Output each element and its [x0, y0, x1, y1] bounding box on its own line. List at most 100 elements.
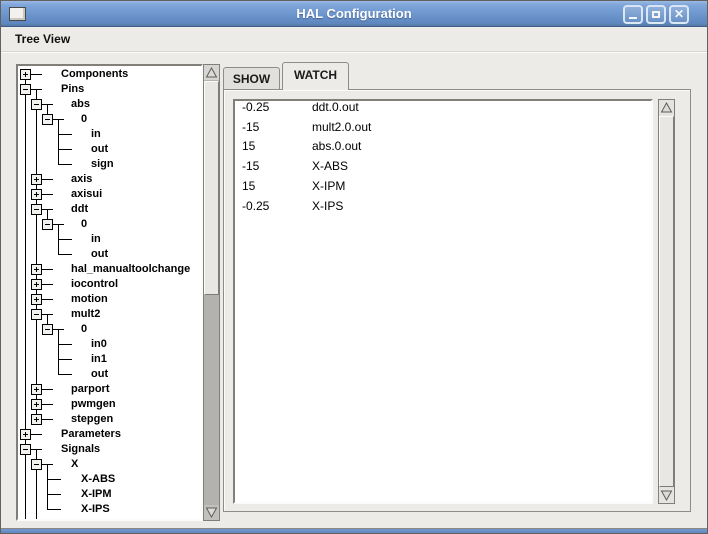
tree-collapse-icon[interactable]: [42, 114, 53, 125]
tree-collapse-icon[interactable]: [31, 459, 42, 470]
tree-expand-icon[interactable]: [31, 399, 42, 410]
tree-expand-icon[interactable]: [31, 189, 42, 200]
scroll-up-button[interactable]: [659, 100, 674, 115]
tree-node-label[interactable]: X: [71, 457, 78, 472]
tree-connector-line: [36, 112, 37, 127]
tree-row: out: [18, 367, 201, 382]
tree-connector-line: [36, 502, 37, 517]
tree-node-label[interactable]: abs: [71, 97, 90, 112]
tree-connector-line: [36, 322, 37, 337]
tree-node-label[interactable]: in1: [91, 352, 107, 367]
tree-node-label[interactable]: axis: [71, 172, 92, 187]
tree-expand-icon[interactable]: [20, 69, 31, 80]
tree-connector-line: [25, 472, 26, 487]
tree-connector-line: [25, 292, 26, 307]
tree-node-label[interactable]: in: [91, 127, 101, 142]
tree-node-label[interactable]: 0: [81, 217, 87, 232]
tree-node-label[interactable]: out: [91, 142, 108, 157]
tree-row: in: [18, 232, 201, 247]
tree-node-label[interactable]: 0: [81, 112, 87, 127]
tree-collapse-icon[interactable]: [20, 444, 31, 455]
maximize-button[interactable]: [646, 5, 666, 24]
tree-scrollbar[interactable]: [203, 64, 220, 521]
tree-connector-line: [25, 157, 26, 172]
tree-connector-line: [58, 239, 72, 240]
tree-node-label[interactable]: sign: [91, 157, 114, 172]
tree-connector-line: [41, 104, 53, 105]
tree-node-label[interactable]: Parameters: [61, 427, 121, 442]
tree-node-label[interactable]: iocontrol: [71, 277, 118, 292]
tree-node-label[interactable]: motion: [71, 292, 108, 307]
minimize-button[interactable]: [623, 5, 643, 24]
tree-node-label[interactable]: axisui: [71, 187, 102, 202]
tree-expand-icon[interactable]: [31, 174, 42, 185]
tree-connector-line: [58, 119, 59, 127]
menu-tree-view[interactable]: Tree View: [11, 27, 74, 52]
tree-connector-line: [47, 509, 61, 510]
tree-collapse-icon[interactable]: [31, 309, 42, 320]
tree-connector-line: [41, 314, 53, 315]
watch-scrollbar-thumb[interactable]: [659, 116, 674, 487]
tree-expand-icon[interactable]: [31, 279, 42, 290]
close-button[interactable]: ✕: [669, 5, 689, 24]
tree-scrollbar-thumb[interactable]: [204, 81, 219, 295]
watch-pin-name: abs.0.out: [312, 136, 361, 156]
tree-collapse-icon[interactable]: [42, 219, 53, 230]
tree-row: out: [18, 142, 201, 157]
tree-connector-line: [47, 479, 61, 480]
window-title: HAL Configuration: [1, 1, 707, 27]
scroll-up-button[interactable]: [204, 65, 219, 80]
tree-connector-line: [41, 269, 53, 270]
tree-connector-line: [58, 232, 59, 239]
hal-tree[interactable]: ComponentsPinsabs0inoutsignaxisaxisuiddt…: [16, 64, 203, 521]
scroll-down-button[interactable]: [204, 505, 219, 520]
tree-row: iocontrol: [18, 277, 201, 292]
tree-expand-icon[interactable]: [31, 414, 42, 425]
tree-node-label[interactable]: X-IPM: [81, 487, 112, 502]
tree-node-label[interactable]: pwmgen: [71, 397, 116, 412]
tree-connector-line: [25, 142, 26, 157]
tree-connector-line: [47, 479, 48, 487]
watch-scrollbar[interactable]: [658, 99, 675, 504]
tree-collapse-icon[interactable]: [31, 99, 42, 110]
tree-node-label[interactable]: X-ABS: [81, 472, 115, 487]
tree-connector-line: [47, 487, 48, 494]
tree-connector-line: [58, 367, 59, 374]
tree-connector-line: [58, 344, 59, 352]
tree-node-label[interactable]: Pins: [61, 82, 84, 97]
tree-row: X-IPS: [18, 502, 201, 517]
tree-node-label[interactable]: stepgen: [71, 412, 113, 427]
tree-node-label[interactable]: Components: [61, 67, 128, 82]
tree-node-label[interactable]: 0: [81, 322, 87, 337]
tree-node-label[interactable]: parport: [71, 382, 110, 397]
tree-connector-line: [36, 472, 37, 487]
tree-row: 0: [18, 322, 201, 337]
tree-node-label[interactable]: out: [91, 247, 108, 262]
scroll-down-button[interactable]: [659, 488, 674, 503]
tree-expand-icon[interactable]: [20, 429, 31, 440]
tree-connector-line: [36, 232, 37, 247]
tree-expand-icon[interactable]: [31, 294, 42, 305]
tab-watch[interactable]: WATCH: [282, 62, 349, 90]
tree-collapse-icon[interactable]: [42, 324, 53, 335]
tree-node-label[interactable]: mult2: [71, 307, 100, 322]
tree-node-label[interactable]: X-IPS: [81, 502, 110, 517]
tree-connector-line: [25, 307, 26, 322]
tree-connector-line: [25, 457, 26, 472]
tree-node-label[interactable]: hal_manualtoolchange: [71, 262, 190, 277]
tree-expand-icon[interactable]: [31, 264, 42, 275]
tree-node-label[interactable]: ddt: [71, 202, 88, 217]
titlebar[interactable]: HAL Configuration ✕: [1, 1, 707, 27]
tree-connector-line: [36, 517, 37, 521]
tree-node-label[interactable]: Signals: [61, 442, 100, 457]
tree-node-label[interactable]: in: [91, 232, 101, 247]
tree-collapse-icon[interactable]: [31, 204, 42, 215]
tree-node-label[interactable]: out: [91, 367, 108, 382]
tree-expand-icon[interactable]: [31, 384, 42, 395]
tree-connector-line: [25, 232, 26, 247]
tree-node-label[interactable]: in0: [91, 337, 107, 352]
tab-show[interactable]: SHOW: [223, 67, 280, 89]
watch-pin-name: X-IPS: [312, 196, 343, 216]
watch-row: 15abs.0.out: [235, 136, 651, 156]
tree-collapse-icon[interactable]: [20, 84, 31, 95]
